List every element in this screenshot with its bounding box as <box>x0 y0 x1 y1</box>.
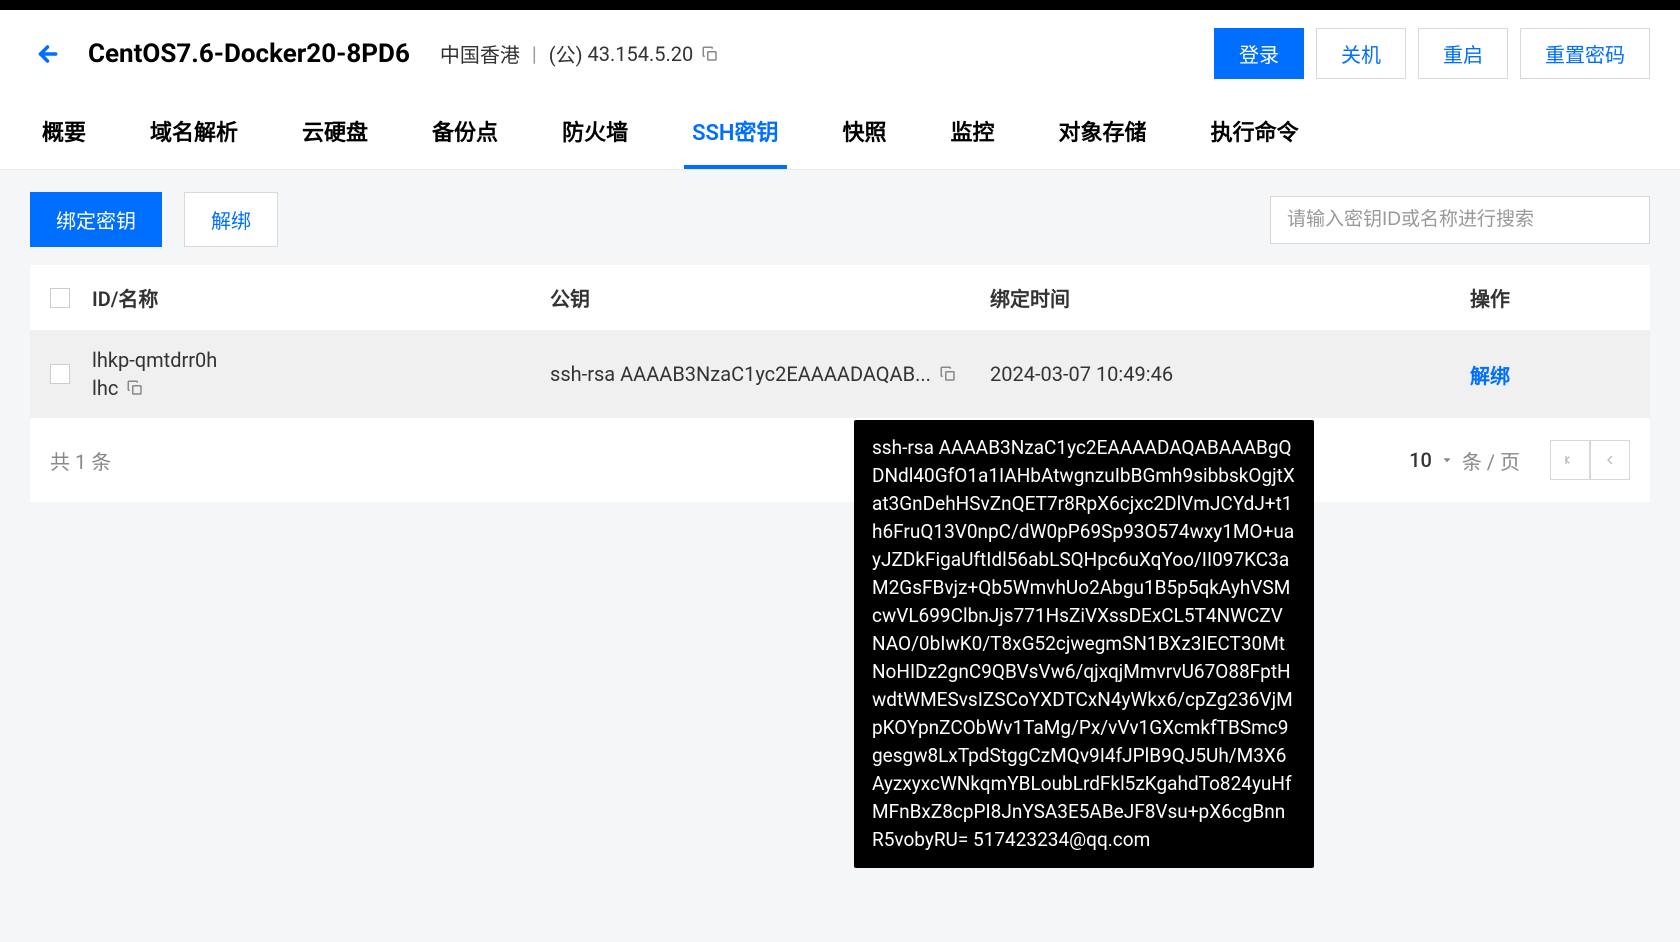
row-key-name: lhc <box>92 376 118 400</box>
table-footer: 共 1 条 10 条 / 页 <box>30 418 1650 502</box>
shutdown-button[interactable]: 关机 <box>1316 28 1406 79</box>
toolbar: 绑定密钥 解绑 <box>30 192 1650 247</box>
public-key-tooltip: ssh-rsa AAAAB3NzaC1yc2EAAAADAQABAAABgQDN… <box>854 420 1314 868</box>
search-input[interactable] <box>1270 196 1650 244</box>
total-prefix: 共 <box>50 450 70 474</box>
page-size-selector[interactable]: 10 条 / 页 <box>1409 446 1520 475</box>
select-all-checkbox[interactable] <box>50 288 70 308</box>
row-public-key-text: ssh-rsa AAAAB3NzaC1yc2EAAAADAQAB... <box>550 362 931 386</box>
login-button[interactable]: 登录 <box>1214 28 1304 79</box>
copy-ip-button[interactable] <box>701 45 719 63</box>
chevron-left-icon <box>1602 452 1618 468</box>
tabs: 概要 域名解析 云硬盘 备份点 防火墙 SSH密钥 快照 监控 对象存储 执行命… <box>0 97 1680 170</box>
row-bind-time: 2024-03-07 10:49:46 <box>990 362 1450 386</box>
copy-icon <box>939 365 957 383</box>
pagination <box>1550 440 1630 480</box>
tab-disk[interactable]: 云硬盘 <box>294 97 376 169</box>
page-first-button[interactable] <box>1550 440 1590 480</box>
region-label: 中国香港 <box>440 39 520 68</box>
back-button[interactable] <box>30 40 58 68</box>
tab-dns[interactable]: 域名解析 <box>142 97 246 169</box>
tab-execute-cmd[interactable]: 执行命令 <box>1203 97 1307 169</box>
copy-icon <box>126 379 144 397</box>
header-divider: | <box>532 42 537 66</box>
content-area: 绑定密钥 解绑 ID/名称 公钥 绑定时间 操作 lhkp-qmtdrr0h l… <box>0 170 1680 524</box>
tab-snapshot[interactable]: 快照 <box>835 97 895 169</box>
copy-icon <box>701 45 719 63</box>
table-row: lhkp-qmtdrr0h lhc ssh-rsa AAAAB3NzaC1yc2… <box>30 330 1650 418</box>
col-header-action: 操作 <box>1450 283 1630 312</box>
first-page-icon <box>1562 452 1578 468</box>
tab-firewall[interactable]: 防火墙 <box>554 97 636 169</box>
col-header-public-key: 公钥 <box>550 283 990 312</box>
page-size-suffix: 条 / 页 <box>1462 446 1520 475</box>
total-number: 1 <box>75 450 86 474</box>
row-public-key-cell: ssh-rsa AAAAB3NzaC1yc2EAAAADAQAB... <box>550 362 990 386</box>
page-size-value: 10 <box>1409 448 1432 472</box>
copy-pubkey-button[interactable] <box>939 365 957 383</box>
ip-type-label: (公) <box>549 39 583 68</box>
instance-name: CentOS7.6-Docker20-8PD6 <box>88 39 410 69</box>
row-action-cell: 解绑 <box>1450 360 1630 389</box>
col-header-id-name: ID/名称 <box>70 283 550 312</box>
total-count: 共 1 条 <box>50 446 111 475</box>
ip-value: 43.154.5.20 <box>588 42 694 66</box>
tab-ssh-key[interactable]: SSH密钥 <box>684 97 786 169</box>
top-border <box>0 0 1680 10</box>
col-header-bind-time: 绑定时间 <box>990 283 1450 312</box>
tab-overview[interactable]: 概要 <box>34 97 94 169</box>
row-checkbox[interactable] <box>50 364 70 384</box>
page-prev-button[interactable] <box>1590 440 1630 480</box>
row-key-id: lhkp-qmtdrr0h <box>92 348 550 372</box>
row-unbind-link[interactable]: 解绑 <box>1470 364 1510 388</box>
copy-name-button[interactable] <box>126 379 144 397</box>
reset-password-button[interactable]: 重置密码 <box>1520 28 1650 79</box>
tab-backup[interactable]: 备份点 <box>424 97 506 169</box>
bind-key-button[interactable]: 绑定密钥 <box>30 192 162 247</box>
table-header-row: ID/名称 公钥 绑定时间 操作 <box>30 265 1650 330</box>
header: CentOS7.6-Docker20-8PD6 中国香港 | (公) 43.15… <box>0 10 1680 97</box>
total-suffix: 条 <box>91 450 111 474</box>
tab-object-storage[interactable]: 对象存储 <box>1051 97 1155 169</box>
unbind-button[interactable]: 解绑 <box>184 192 278 247</box>
tab-monitor[interactable]: 监控 <box>943 97 1003 169</box>
ip-display: (公) 43.154.5.20 <box>549 39 720 68</box>
arrow-left-icon <box>30 40 58 68</box>
row-id-name-cell: lhkp-qmtdrr0h lhc <box>70 348 550 400</box>
restart-button[interactable]: 重启 <box>1418 28 1508 79</box>
row-key-name-wrapper: lhc <box>92 376 550 400</box>
chevron-down-icon <box>1440 448 1454 472</box>
table: ID/名称 公钥 绑定时间 操作 lhkp-qmtdrr0h lhc ssh-r… <box>30 265 1650 502</box>
header-actions: 登录 关机 重启 重置密码 <box>1214 28 1650 79</box>
